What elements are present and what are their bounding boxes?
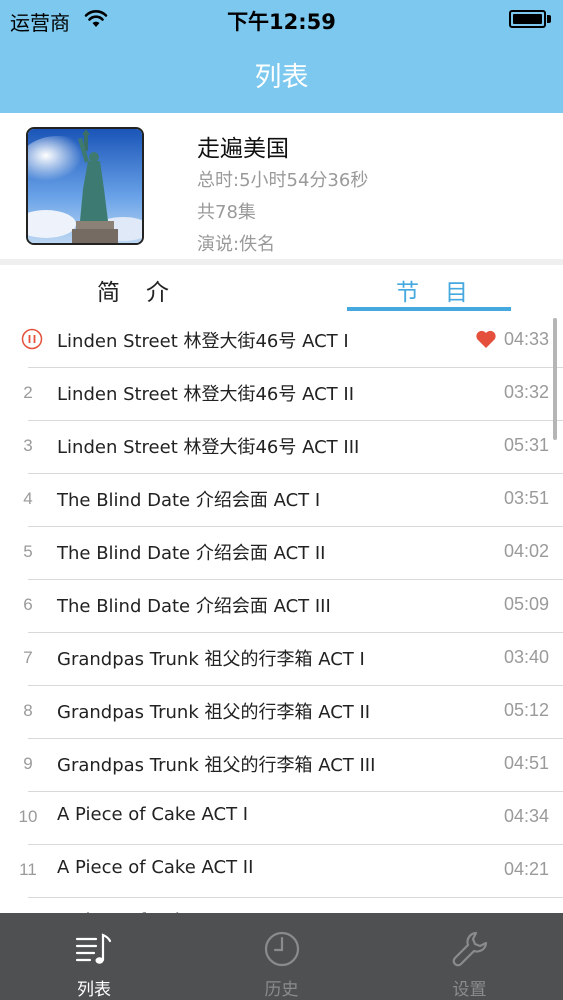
episode-row[interactable]: 6 The Blind Date 介绍会面 ACT III 05:09 [0,580,563,633]
episode-index: 10 [18,807,38,826]
episode-duration: 05:12 [503,700,549,720]
episode-title: A Piece of Cake ACT II [57,857,254,878]
scrollbar[interactable] [553,318,557,440]
album-cover-art [28,129,142,243]
episode-row[interactable]: 5 The Blind Date 介绍会面 ACT II 04:02 [0,527,563,580]
episode-row[interactable]: 8 Grandpas Trunk 祖父的行李箱 ACT II 05:12 [0,686,563,739]
battery-icon [509,10,551,28]
tabbar-label-list: 列表 [77,980,111,1000]
tab-intro[interactable]: 简介 [97,273,195,307]
status-bar: 运营商 下午12:59 [0,0,563,40]
tabbar-item-list[interactable]: 列表 [0,913,188,1000]
episode-index: 2 [23,383,33,402]
tab-active-indicator [347,307,511,311]
episode-duration: 03:32 [503,382,549,402]
wrench-icon [452,931,487,967]
album-duration: 总时:5小时54分36秒 [197,170,369,191]
episode-duration: 04:34 [503,806,549,826]
episode-duration: 04:33 [503,329,549,349]
tabbar-item-history[interactable]: 历史 [188,913,375,1000]
episode-duration: 04:02 [503,541,549,561]
tab-programs[interactable]: 节目 [396,273,494,307]
episode-index: 5 [23,542,33,561]
episode-index: 3 [23,436,33,455]
episode-title: A Piece of Cake ACT I [57,804,249,825]
episode-row[interactable]: 3 Linden Street 林登大街46号 ACT III 05:31 [0,421,563,474]
episode-duration: 03:40 [503,647,549,667]
episode-row[interactable]: 11 A Piece of Cake ACT II 04:21 [0,845,563,898]
episode-duration: 05:31 [503,435,549,455]
episode-row[interactable]: 9 Grandpas Trunk 祖父的行李箱 ACT III 04:51 [0,739,563,792]
episode-title: Linden Street 林登大街46号 ACT I [57,331,349,352]
episode-index: 11 [19,860,37,879]
page-title: 列表 [254,62,309,93]
episode-duration: 04:51 [503,753,549,773]
episode-duration: 05:09 [503,594,549,614]
album-info: 走遍美国 总时:5小时54分36秒 共78集 演说:佚名 [0,113,563,259]
episode-row[interactable]: 10 A Piece of Cake ACT I 04:34 [0,792,563,845]
episode-index: 4 [23,489,33,508]
episode-title: Grandpas Trunk 祖父的行李箱 ACT III [57,755,376,776]
episode-title: The Blind Date 介绍会面 ACT I [57,490,321,511]
episode-index: 7 [23,648,33,667]
album-episode-count: 共78集 [197,202,256,223]
clock-icon [264,931,299,967]
clock: 下午12:59 [227,10,336,34]
episode-list[interactable]: Linden Street 林登大街46号 ACT I 04:33 2 Linden … [0,315,563,913]
episode-duration: 03:51 [503,488,549,508]
episode-row[interactable]: 2 Linden Street 林登大街46号 ACT II 03:32 [0,368,563,421]
episode-title: Grandpas Trunk 祖父的行李箱 ACT I [57,649,365,670]
episode-row[interactable]: 7 Grandpas Trunk 祖父的行李箱 ACT I 03:40 [0,633,563,686]
episode-title: Linden Street 林登大街46号 ACT II [57,384,355,405]
heart-icon[interactable] [475,329,497,349]
episode-title: The Blind Date 介绍会面 ACT II [57,543,326,564]
episode-duration: 04:21 [503,859,549,879]
episode-row[interactable]: 4 The Blind Date 介绍会面 ACT I 03:51 [0,474,563,527]
episode-index: 8 [23,701,33,720]
playlist-music-icon [75,933,112,964]
episode-index: 9 [23,754,33,773]
statue-of-liberty-image [26,127,144,245]
episode-row[interactable]: 12A Piece of Cake ACT III [0,898,563,913]
tabbar-label-history: 历史 [264,980,299,1000]
episode-title: Grandpas Trunk 祖父的行李箱 ACT II [57,702,371,723]
episode-title: Linden Street 林登大街46号 ACT III [57,437,360,458]
tabbar-label-settings: 设置 [452,980,487,1000]
episode-row[interactable]: Linden Street 林登大街46号 ACT I 04:33 [0,315,563,368]
pause-icon[interactable] [21,328,43,350]
album-narrator: 演说:佚名 [197,234,276,255]
album-title: 走遍美国 [197,136,289,162]
episode-title: The Blind Date 介绍会面 ACT III [57,596,331,617]
segment-tabs: 简介 节目 [0,265,563,315]
tab-bar: 列表 历史 设置 [0,913,563,1000]
header: 运营商 下午12:59 列表 [0,0,563,113]
episode-index: 6 [23,595,33,614]
tabbar-item-settings[interactable]: 设置 [376,913,563,1000]
